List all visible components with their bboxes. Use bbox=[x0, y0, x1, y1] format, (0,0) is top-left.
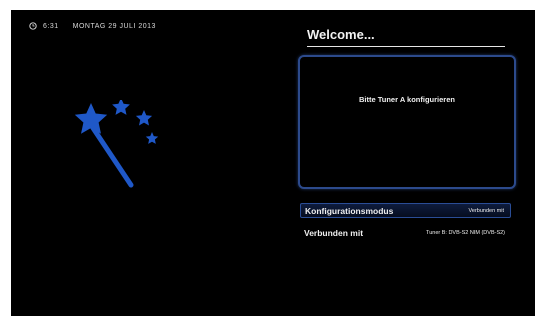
clock-date: MONTAG 29 JULI 2013 bbox=[72, 22, 156, 30]
tv-screen: 6:31 MONTAG 29 JULI 2013 Welcome... Bitt… bbox=[11, 10, 535, 316]
connected-with-value: Tuner B: DVB-S2 NIM (DVB-S2) bbox=[426, 229, 505, 236]
status-bar: 6:31 MONTAG 29 JULI 2013 bbox=[29, 20, 156, 32]
clock-time: 6:31 bbox=[43, 22, 59, 30]
connected-with-row[interactable]: Verbunden mit Tuner B: DVB-S2 NIM (DVB-S… bbox=[300, 225, 511, 240]
info-panel: Bitte Tuner A konfigurieren bbox=[298, 55, 516, 189]
clock-icon bbox=[29, 22, 37, 30]
config-mode-value: Verbunden mit bbox=[468, 207, 504, 214]
info-message: Bitte Tuner A konfigurieren bbox=[359, 95, 455, 104]
config-mode-label: Konfigurationsmodus bbox=[305, 205, 394, 216]
config-mode-row[interactable]: Konfigurationsmodus Verbunden mit bbox=[300, 203, 511, 218]
connected-with-label: Verbunden mit bbox=[304, 227, 364, 238]
magic-wand-stars-icon bbox=[74, 100, 159, 188]
page-title: Welcome... bbox=[307, 27, 505, 47]
